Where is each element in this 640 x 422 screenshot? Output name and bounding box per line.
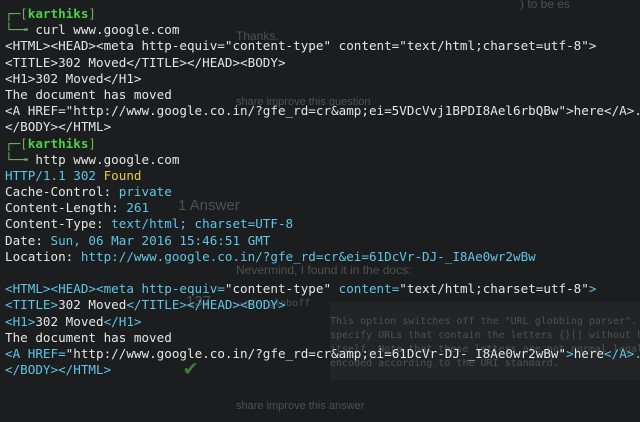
terminal-output[interactable]: ┌─[karthiks] └─╼ curl www.google.com <HT… xyxy=(5,6,640,378)
output-line: <TITLE>302 Moved</TITLE></HEAD><BODY> xyxy=(5,54,286,70)
header-line: Cache-Control: private xyxy=(5,184,172,200)
output-line: <HTML><HEAD><meta http-equiv="content-ty… xyxy=(5,38,597,54)
body-line: <A HREF="http://www.google.co.in/?gfe_rd… xyxy=(5,345,640,361)
command-line: └─╼ http www.google.com xyxy=(5,151,180,167)
header-line: Date: Sun, 06 Mar 2016 15:46:51 GMT xyxy=(5,232,271,248)
header-line: Content-Type: text/html; charset=UTF-8 xyxy=(5,216,294,232)
body-line: </BODY></HTML> xyxy=(5,362,112,378)
body-line: The document has moved xyxy=(5,329,172,345)
terminal-window[interactable]: { "background": { "thanks": "Thanks.", "… xyxy=(0,0,640,422)
output-line: <H1>302 Moved</H1> xyxy=(5,70,142,86)
output-line: <A HREF="http://www.google.co.in/?gfe_rd… xyxy=(5,103,640,119)
status-text: Found xyxy=(103,167,142,183)
command-text: http www.google.com xyxy=(35,151,180,167)
bg-share-answer: share improve this answer xyxy=(236,400,365,412)
http-status-line: HTTP/1.1 302 Found xyxy=(5,167,142,183)
header-line: Location: http://www.google.co.in/?gfe_r… xyxy=(5,248,536,264)
prompt-line: ┌─[karthiks] xyxy=(5,135,97,151)
body-line: <HTML><HEAD><meta http-equiv="content-ty… xyxy=(5,281,597,297)
body-line: <TITLE>302 Moved</TITLE></HEAD><BODY> xyxy=(5,297,286,313)
prompt-user: karthiks xyxy=(27,135,89,151)
output-line: The document has moved xyxy=(5,86,172,102)
command-text: curl www.google.com xyxy=(35,22,180,38)
body-line: <H1>302 Moved</H1> xyxy=(5,313,142,329)
output-line: </BODY></HTML> xyxy=(5,119,112,135)
prompt-user: karthiks xyxy=(27,6,89,21)
command-line: └─╼ curl www.google.com xyxy=(5,22,180,38)
prompt-line: ┌─[karthiks] xyxy=(5,6,97,21)
header-line: Content-Length: 261 xyxy=(5,200,150,216)
